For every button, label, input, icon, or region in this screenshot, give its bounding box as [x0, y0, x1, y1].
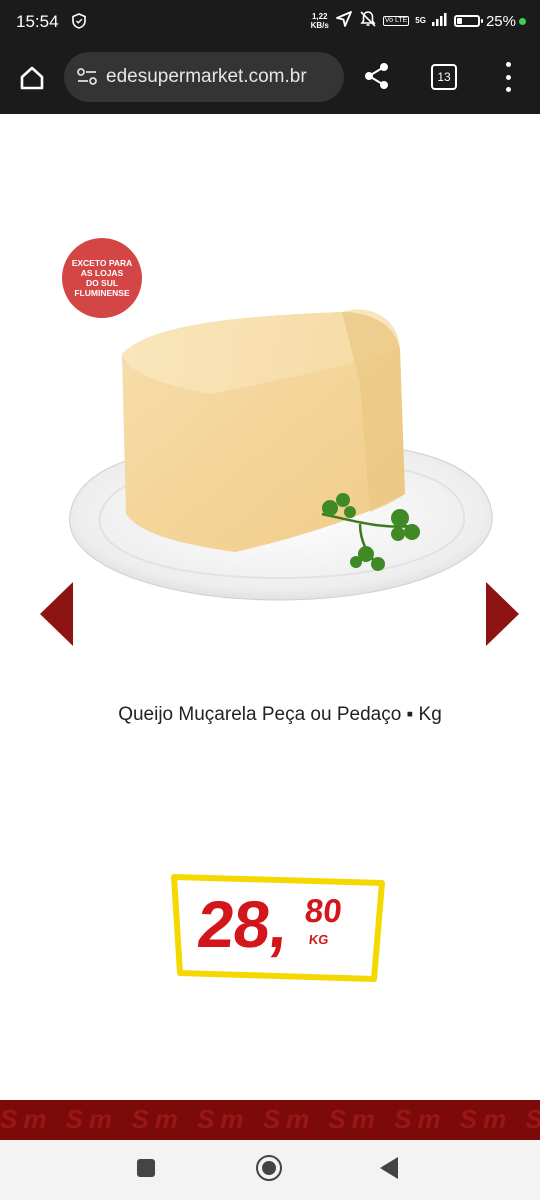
volte-badge: Vo LTE	[382, 16, 410, 26]
bell-off-icon	[359, 10, 377, 32]
url-text: edesupermarket.com.br	[106, 66, 307, 87]
price-cents: 80	[303, 892, 344, 929]
shield-icon	[72, 13, 86, 34]
status-bar: 15:54 1,22 KB/s Vo LTE 5G 25%	[0, 0, 540, 46]
home-icon	[20, 66, 44, 90]
footer-banner: Sm Sm Sm Sm Sm Sm Sm Sm Sm Sm	[0, 1100, 540, 1140]
system-navigation-bar	[0, 1140, 540, 1200]
share-icon	[365, 63, 388, 89]
site-settings-icon[interactable]	[76, 67, 98, 92]
browser-toolbar: edesupermarket.com.br 13	[0, 46, 540, 114]
exception-badge: EXCETO PARA AS LOJAS DO SUL FLUMINENSE	[62, 238, 142, 318]
product-title: Queijo Muçarela Peça ou Pedaço ▪ Kg	[118, 704, 442, 725]
address-bar[interactable]: edesupermarket.com.br	[64, 52, 344, 102]
back-icon[interactable]	[380, 1157, 398, 1179]
location-icon	[335, 10, 353, 32]
net-speed: 1,22 KB/s	[310, 12, 329, 30]
product-image	[69, 309, 493, 601]
signal-icon	[431, 12, 448, 30]
network-type: 5G	[415, 16, 426, 25]
home-button[interactable]	[14, 60, 50, 96]
price-unit: KG	[308, 932, 330, 947]
web-page: EXCETO PARA AS LOJAS DO SUL FLUMINENSE Q…	[0, 114, 540, 1100]
price-integer: 28,	[194, 887, 291, 961]
battery-icon	[453, 15, 483, 27]
status-time: 15:54	[16, 12, 59, 31]
footer-logo-pattern: Sm Sm Sm Sm Sm Sm Sm Sm Sm Sm	[0, 1104, 540, 1134]
next-arrow-icon[interactable]	[486, 582, 519, 646]
recents-icon[interactable]	[137, 1159, 155, 1177]
tabs-icon[interactable]: 13	[431, 64, 457, 90]
status-indicators: 1,22 KB/s Vo LTE 5G 25%	[311, 10, 526, 32]
privacy-dot	[519, 17, 526, 25]
battery-percent: 25%	[485, 12, 516, 30]
home-circle-icon[interactable]	[256, 1155, 282, 1181]
share-button[interactable]	[362, 60, 394, 94]
previous-arrow-icon[interactable]	[40, 582, 73, 646]
more-vert-icon[interactable]	[500, 62, 516, 92]
